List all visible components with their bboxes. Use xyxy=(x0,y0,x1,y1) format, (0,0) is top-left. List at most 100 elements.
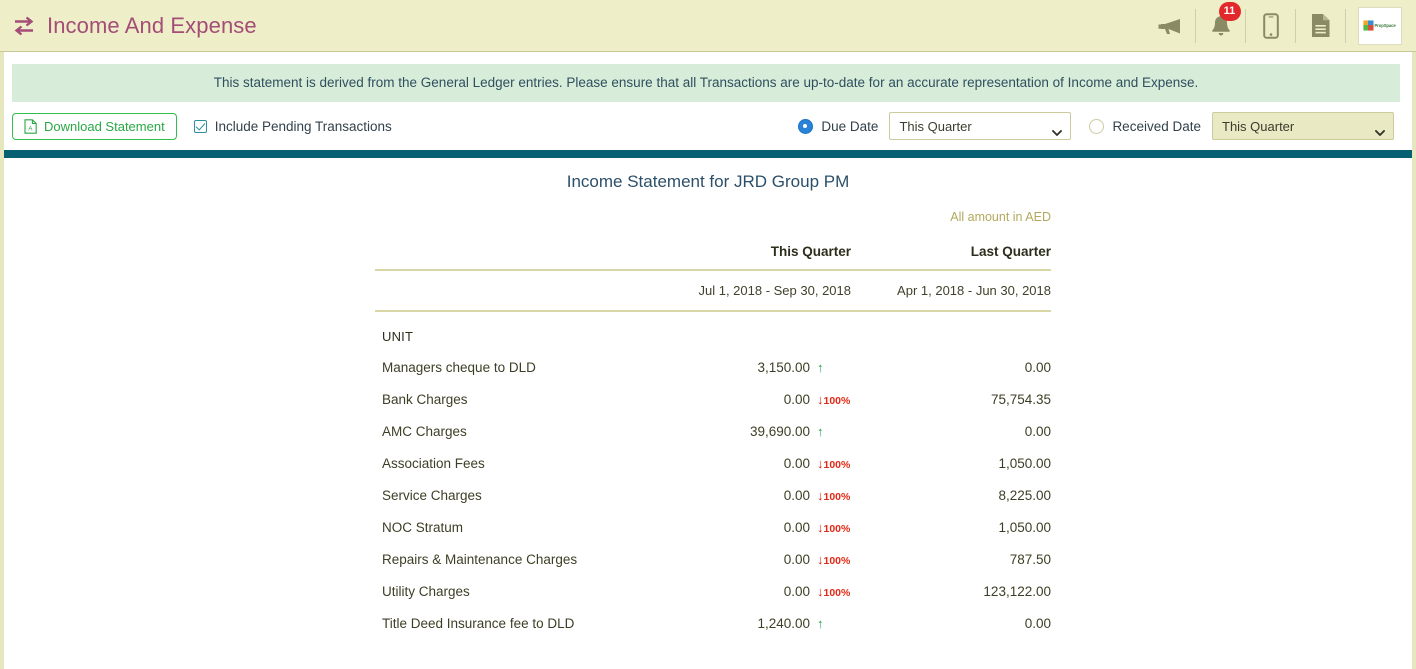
table-row: NOC Stratum 0.00 ↓ 100% 1,050.00 xyxy=(375,511,1051,543)
trend-down-icon: ↓ 100% xyxy=(817,553,851,567)
header-actions: 11 PropSpace xyxy=(1146,0,1402,52)
table-row: AMC Charges 39,690.00 ↑ 0.00 xyxy=(375,415,1051,447)
column-header-this-quarter: This Quarter xyxy=(651,235,851,271)
row-label: Association Fees xyxy=(382,456,485,471)
row-last-quarter-amount: 0.00 xyxy=(1024,616,1051,631)
trend-down-icon: ↓ 100% xyxy=(817,457,851,471)
trend-down-icon: ↓ 100% xyxy=(817,585,851,599)
mobile-app-button[interactable] xyxy=(1246,8,1296,43)
toolbar-right: Due Date This Quarter Received Date This… xyxy=(798,102,1394,150)
row-label: Repairs & Maintenance Charges xyxy=(382,552,578,567)
trend-up-icon: ↑ xyxy=(817,617,851,630)
section-label: UNIT xyxy=(382,329,414,344)
brand-logo[interactable]: PropSpace xyxy=(1358,6,1402,45)
row-label: Managers cheque to DLD xyxy=(382,360,536,375)
trend-down-icon: ↓ 100% xyxy=(817,393,851,407)
include-pending-transactions-label: Include Pending Transactions xyxy=(214,118,392,134)
info-banner-text: This statement is derived from the Gener… xyxy=(213,74,1199,90)
row-this-quarter-cell: 0.00 ↓ 100% xyxy=(651,479,851,511)
row-this-quarter-amount: 0.00 xyxy=(783,456,810,471)
trend-arrow-glyph: ↑ xyxy=(817,424,824,439)
table-row: Utility Charges 0.00 ↓ 100% 123,122.00 xyxy=(375,575,1051,607)
page-title: Income And Expense xyxy=(47,12,257,38)
row-this-quarter-amount: 0.00 xyxy=(783,392,810,407)
due-date-radio[interactable]: Due Date xyxy=(798,118,879,134)
income-and-expense-page: Income And Expense 11 PropSpace This sta… xyxy=(0,0,1416,669)
pdf-file-icon: A xyxy=(24,118,37,134)
received-date-period-value: This Quarter xyxy=(1222,118,1295,134)
received-date-radio[interactable]: Received Date xyxy=(1089,118,1201,134)
income-statement: Income Statement for JRD Group PM All am… xyxy=(4,158,1412,639)
row-this-quarter-cell: 0.00 ↓ 100% xyxy=(651,543,851,575)
chevron-down-icon xyxy=(1052,123,1063,136)
date-range-last-quarter: Apr 1, 2018 - Jun 30, 2018 xyxy=(851,270,1051,312)
trend-percent: 100% xyxy=(823,555,851,567)
brand-logo-text: PropSpace xyxy=(1374,23,1397,28)
currency-note-row: All amount in AED xyxy=(375,198,1051,235)
table-row: Managers cheque to DLD 3,150.00 ↑ 0.00 xyxy=(375,351,1051,383)
notifications-button[interactable]: 11 xyxy=(1196,1,1246,43)
row-last-quarter-amount: 1,050.00 xyxy=(998,520,1051,535)
brand-squares-icon xyxy=(1363,20,1374,31)
currency-note: All amount in AED xyxy=(950,210,1051,224)
row-label: Title Deed Insurance fee to DLD xyxy=(382,616,575,631)
announcements-button[interactable] xyxy=(1146,8,1196,43)
download-statement-button[interactable]: A Download Statement xyxy=(12,112,177,140)
documents-icon xyxy=(1310,13,1331,38)
trend-arrow-glyph: ↑ xyxy=(817,360,824,375)
app-header: Income And Expense 11 PropSpace xyxy=(0,0,1416,52)
date-range-this-quarter: Jul 1, 2018 - Sep 30, 2018 xyxy=(651,270,851,312)
row-label: NOC Stratum xyxy=(382,520,464,535)
trend-arrow-glyph: ↑ xyxy=(817,616,824,631)
row-label: Bank Charges xyxy=(382,392,468,407)
include-pending-transactions-checkbox[interactable]: Include Pending Transactions xyxy=(193,118,392,134)
due-date-label: Due Date xyxy=(821,118,879,134)
row-this-quarter-cell: 0.00 ↓ 100% xyxy=(651,383,851,415)
announcements-icon xyxy=(1158,16,1184,36)
checkbox-checked-icon xyxy=(193,119,207,133)
row-this-quarter-amount: 0.00 xyxy=(783,520,810,535)
date-range-row: Jul 1, 2018 - Sep 30, 2018 Apr 1, 2018 -… xyxy=(375,270,1051,312)
trend-percent: 100% xyxy=(823,491,851,503)
row-label: Utility Charges xyxy=(382,584,470,599)
table-row: Repairs & Maintenance Charges 0.00 ↓ 100% 78… xyxy=(375,543,1051,575)
table-row: Association Fees 0.00 ↓ 100% 1,050.00 xyxy=(375,447,1051,479)
documents-button[interactable] xyxy=(1296,8,1346,43)
table-row: Service Charges 0.00 ↓ 100% 8,225.00 xyxy=(375,479,1051,511)
row-this-quarter-cell: 3,150.00 ↑ xyxy=(651,351,851,383)
table-row: Bank Charges 0.00 ↓ 100% 75,754.35 xyxy=(375,383,1051,415)
row-this-quarter-amount: 0.00 xyxy=(783,488,810,503)
row-last-quarter-amount: 75,754.35 xyxy=(990,392,1051,407)
trend-percent: 100% xyxy=(823,395,851,407)
radio-unselected-icon xyxy=(1089,118,1105,134)
mobile-app-icon xyxy=(1262,12,1279,39)
svg-text:A: A xyxy=(28,126,32,132)
download-statement-label: Download Statement xyxy=(44,118,165,134)
toolbar-bottom-rule xyxy=(4,150,1412,158)
statement-toolbar: A Download Statement Include Pending Tra… xyxy=(12,102,1400,150)
trend-percent: 100% xyxy=(823,523,851,535)
trend-up-icon: ↑ xyxy=(817,361,851,374)
row-last-quarter-amount: 123,122.00 xyxy=(983,584,1051,599)
row-this-quarter-cell: 0.00 ↓ 100% xyxy=(651,447,851,479)
column-header-last-quarter: Last Quarter xyxy=(851,235,1051,271)
row-this-quarter-cell: 39,690.00 ↑ xyxy=(651,415,851,447)
row-this-quarter-amount: 3,150.00 xyxy=(757,360,810,375)
row-last-quarter-amount: 1,050.00 xyxy=(998,456,1051,471)
row-this-quarter-amount: 0.00 xyxy=(783,552,810,567)
due-date-period-value: This Quarter xyxy=(899,118,972,134)
brand-logo-mark: PropSpace xyxy=(1363,20,1397,31)
section-header-row: UNIT xyxy=(375,311,1051,351)
row-label: AMC Charges xyxy=(382,424,467,439)
row-this-quarter-amount: 0.00 xyxy=(783,584,810,599)
row-this-quarter-amount: 39,690.00 xyxy=(749,424,810,439)
received-date-period-select[interactable]: This Quarter xyxy=(1212,112,1394,140)
income-statement-table: All amount in AED This Quarter Last Quar… xyxy=(375,198,1051,639)
info-banner: This statement is derived from the Gener… xyxy=(12,64,1400,102)
due-date-period-select[interactable]: This Quarter xyxy=(889,112,1072,140)
row-this-quarter-cell: 1,240.00 ↑ xyxy=(651,607,851,639)
statement-title: Income Statement for JRD Group PM xyxy=(566,172,850,191)
trend-down-icon: ↓ 100% xyxy=(817,489,851,503)
trend-percent: 100% xyxy=(823,587,851,599)
row-this-quarter-cell: 0.00 ↓ 100% xyxy=(651,511,851,543)
